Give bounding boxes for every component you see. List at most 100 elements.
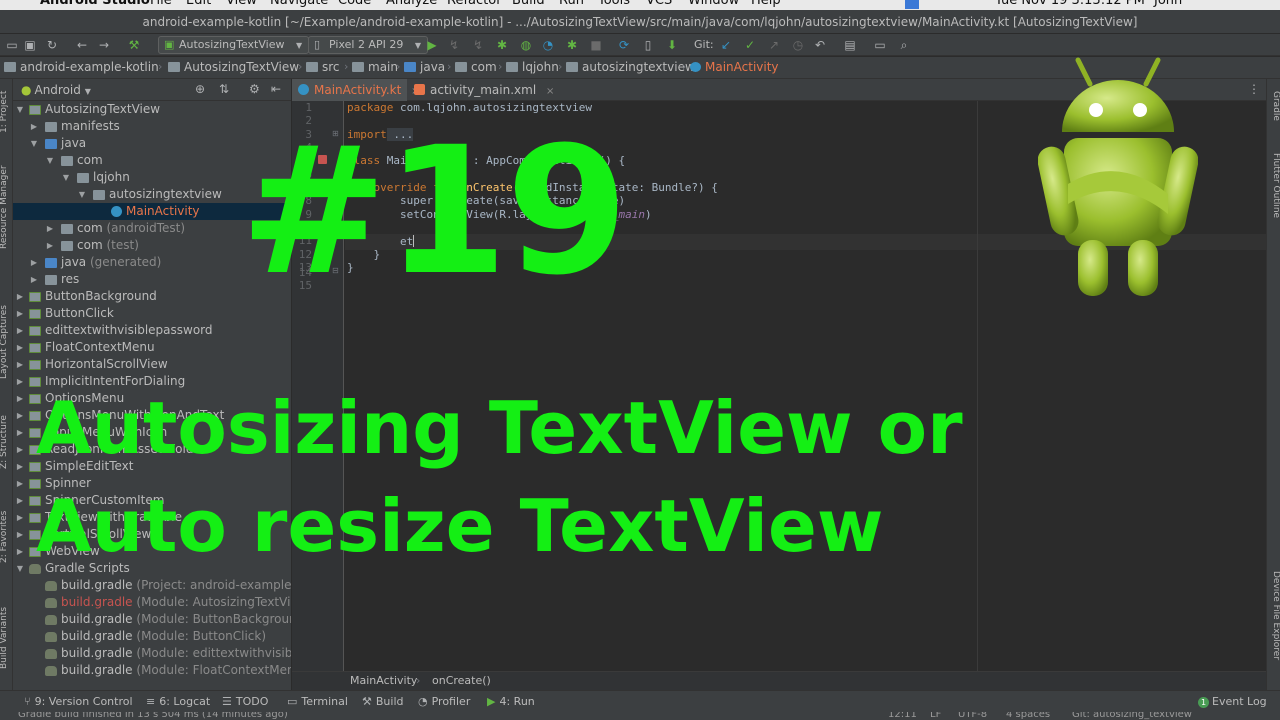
forward-arrow-icon[interactable]: → xyxy=(96,37,112,53)
apply-code-changes-icon[interactable]: ↯ xyxy=(470,37,486,53)
tool-structure[interactable]: Z: Structure xyxy=(0,409,13,469)
menu-navigate[interactable]: Navigate xyxy=(270,0,328,8)
tool-terminal[interactable]: ▭ Terminal xyxy=(287,695,348,708)
tool-run[interactable]: ▶ 4: Run xyxy=(487,695,535,708)
tool-version-control[interactable]: ⑂ 9: Version Control xyxy=(24,695,133,708)
file-encoding[interactable]: UTF-8 xyxy=(958,712,987,720)
menu-analyze[interactable]: Analyze xyxy=(386,0,437,8)
status-message[interactable]: Gradle build finished in 13 s 504 ms (14… xyxy=(18,712,288,720)
git-history-icon[interactable]: ◷ xyxy=(790,37,806,53)
tree-item[interactable]: build.gradle (Module: AutosizingTextView… xyxy=(13,594,291,611)
gradle-icon xyxy=(45,598,57,608)
tool-todo[interactable]: ☰ TODO xyxy=(222,695,268,708)
save-icon[interactable]: ▣ xyxy=(22,37,38,53)
tool-project[interactable]: 1: Project xyxy=(0,85,13,133)
tree-item[interactable]: build.gradle (Project: android-example-k… xyxy=(13,577,291,594)
run-config-select[interactable]: ▣ AutosizingTextView ▼ xyxy=(158,36,310,54)
hide-panel-icon[interactable]: ⇤ xyxy=(271,82,281,96)
tool-flutter-outline[interactable]: Flutter Outline xyxy=(1268,153,1280,239)
editor-crumb-class[interactable]: MainActivity xyxy=(350,674,417,687)
breadcrumb-item[interactable]: com xyxy=(455,60,497,74)
gradle-sync-icon[interactable]: ⟳ xyxy=(616,37,632,53)
project-view-select[interactable]: ● Android ▼ xyxy=(21,83,91,97)
tool-build[interactable]: ⚒ Build xyxy=(362,695,404,708)
breadcrumb-item[interactable]: autosizingtextview xyxy=(566,60,695,74)
menubar-user[interactable]: John xyxy=(1154,0,1182,8)
tool-favorites[interactable]: 2: Favorites xyxy=(0,507,13,563)
caret-position[interactable]: 12:11 xyxy=(888,712,917,720)
breadcrumb-item[interactable]: main xyxy=(352,60,398,74)
device-select[interactable]: ▯ Pixel 2 API 29 ▼ xyxy=(308,36,428,54)
menu-vcs[interactable]: VCS xyxy=(646,0,672,8)
stop-icon[interactable]: ■ xyxy=(588,37,604,53)
tree-item[interactable]: build.gradle (Module: FloatContextMenu) xyxy=(13,662,291,679)
indent-setting[interactable]: 4 spaces xyxy=(1006,712,1050,720)
menubar-clock[interactable]: Tue Nov 19 3:13:12 PM xyxy=(995,0,1145,8)
run-icon[interactable]: ▶ xyxy=(424,37,440,53)
menu-help[interactable]: Help xyxy=(751,0,781,8)
tool-build-variants[interactable]: Build Variants xyxy=(0,599,13,669)
status-app-icon[interactable] xyxy=(905,0,919,9)
coverage-icon[interactable]: ◍ xyxy=(518,37,534,53)
tree-item[interactable]: build.gradle (Module: edittextwithvisibl… xyxy=(13,645,291,662)
menu-tools[interactable]: Tools xyxy=(598,0,630,8)
sdk-manager-icon[interactable]: ⬇ xyxy=(664,37,680,53)
tool-device-file-explorer[interactable]: Device File Explorer xyxy=(1268,571,1280,683)
apply-changes-icon[interactable]: ↯ xyxy=(446,37,462,53)
breadcrumb-item[interactable]: AutosizingTextView xyxy=(168,60,299,74)
git-update-icon[interactable]: ↙ xyxy=(718,37,734,53)
breadcrumb-label: src xyxy=(322,60,340,74)
hammer-icon[interactable]: ⚒ xyxy=(126,37,142,53)
back-arrow-icon[interactable]: ← xyxy=(74,37,90,53)
breadcrumb-item[interactable]: java xyxy=(404,60,445,74)
split-editor-icon[interactable]: ⋮ xyxy=(1248,82,1260,96)
tool-gradle[interactable]: Gradle xyxy=(1268,91,1280,135)
close-icon[interactable]: × xyxy=(546,86,554,97)
project-structure-icon[interactable]: ▤ xyxy=(842,37,858,53)
attach-debugger-icon[interactable]: ✱ xyxy=(564,37,580,53)
tree-item[interactable]: ▶ FloatContextMenu xyxy=(13,339,291,356)
menu-code[interactable]: Code xyxy=(338,0,371,8)
editor-crumb-function[interactable]: onCreate() xyxy=(432,674,491,687)
terminal-icon[interactable]: ▭ xyxy=(872,37,888,53)
menu-window[interactable]: Window xyxy=(688,0,739,8)
git-revert-icon[interactable]: ↶ xyxy=(812,37,828,53)
breadcrumb-item[interactable]: android-example-kotlin xyxy=(4,60,159,74)
tool-logcat[interactable]: ≡ 6: Logcat xyxy=(146,695,210,708)
collapse-all-icon[interactable]: ⇅ xyxy=(219,82,229,96)
tool-layout-captures[interactable]: Layout Captures xyxy=(0,305,13,379)
window-title: android-example-kotlin [~/Example/androi… xyxy=(142,15,1138,29)
menu-edit[interactable]: Edit xyxy=(186,0,211,8)
tool-event-log[interactable]: 1 Event Log xyxy=(1198,695,1267,708)
tree-item[interactable]: ▶ edittextwithvisiblepassword xyxy=(13,322,291,339)
open-folder-icon[interactable]: ▭ xyxy=(4,37,20,53)
line-separator[interactable]: LF xyxy=(930,712,941,720)
sync-icon[interactable]: ↻ xyxy=(44,37,60,53)
locate-file-icon[interactable]: ⊕ xyxy=(195,82,205,96)
avd-manager-icon[interactable]: ▯ xyxy=(640,37,656,53)
git-push-icon[interactable]: ↗ xyxy=(766,37,782,53)
tree-item[interactable]: build.gradle (Module: ButtonBackground) xyxy=(13,611,291,628)
profile-icon[interactable]: ◔ xyxy=(540,37,556,53)
tab-activity-main-xml[interactable]: activity_main.xml × xyxy=(408,79,554,101)
vcs-branch[interactable]: Git: autosizing_textview xyxy=(1072,712,1192,720)
breadcrumb-item-current[interactable]: MainActivity xyxy=(690,60,779,74)
tree-item[interactable]: ▶ HorizontalScrollView xyxy=(13,356,291,373)
breadcrumb-item[interactable]: lqjohn xyxy=(506,60,559,74)
menu-app[interactable]: Android Studio xyxy=(40,0,150,8)
breadcrumb-item[interactable]: src xyxy=(306,60,340,74)
menu-refactor[interactable]: Refactor xyxy=(447,0,502,8)
menu-build[interactable]: Build xyxy=(512,0,545,8)
logcat-icon: ≡ xyxy=(146,695,156,708)
tab-mainactivity[interactable]: MainActivity.kt × xyxy=(292,79,420,101)
menu-run[interactable]: Run xyxy=(559,0,584,8)
debug-icon[interactable]: ✱ xyxy=(494,37,510,53)
gear-icon[interactable]: ⚙ xyxy=(249,82,260,96)
tool-profiler[interactable]: ◔ Profiler xyxy=(418,695,470,708)
git-commit-icon[interactable]: ✓ xyxy=(742,37,758,53)
menu-file[interactable]: File xyxy=(150,0,172,8)
search-icon[interactable]: ⌕ xyxy=(896,37,912,53)
menu-view[interactable]: View xyxy=(226,0,257,8)
tool-resource-manager[interactable]: Resource Manager xyxy=(0,165,13,249)
tree-item[interactable]: build.gradle (Module: ButtonClick) xyxy=(13,628,291,645)
